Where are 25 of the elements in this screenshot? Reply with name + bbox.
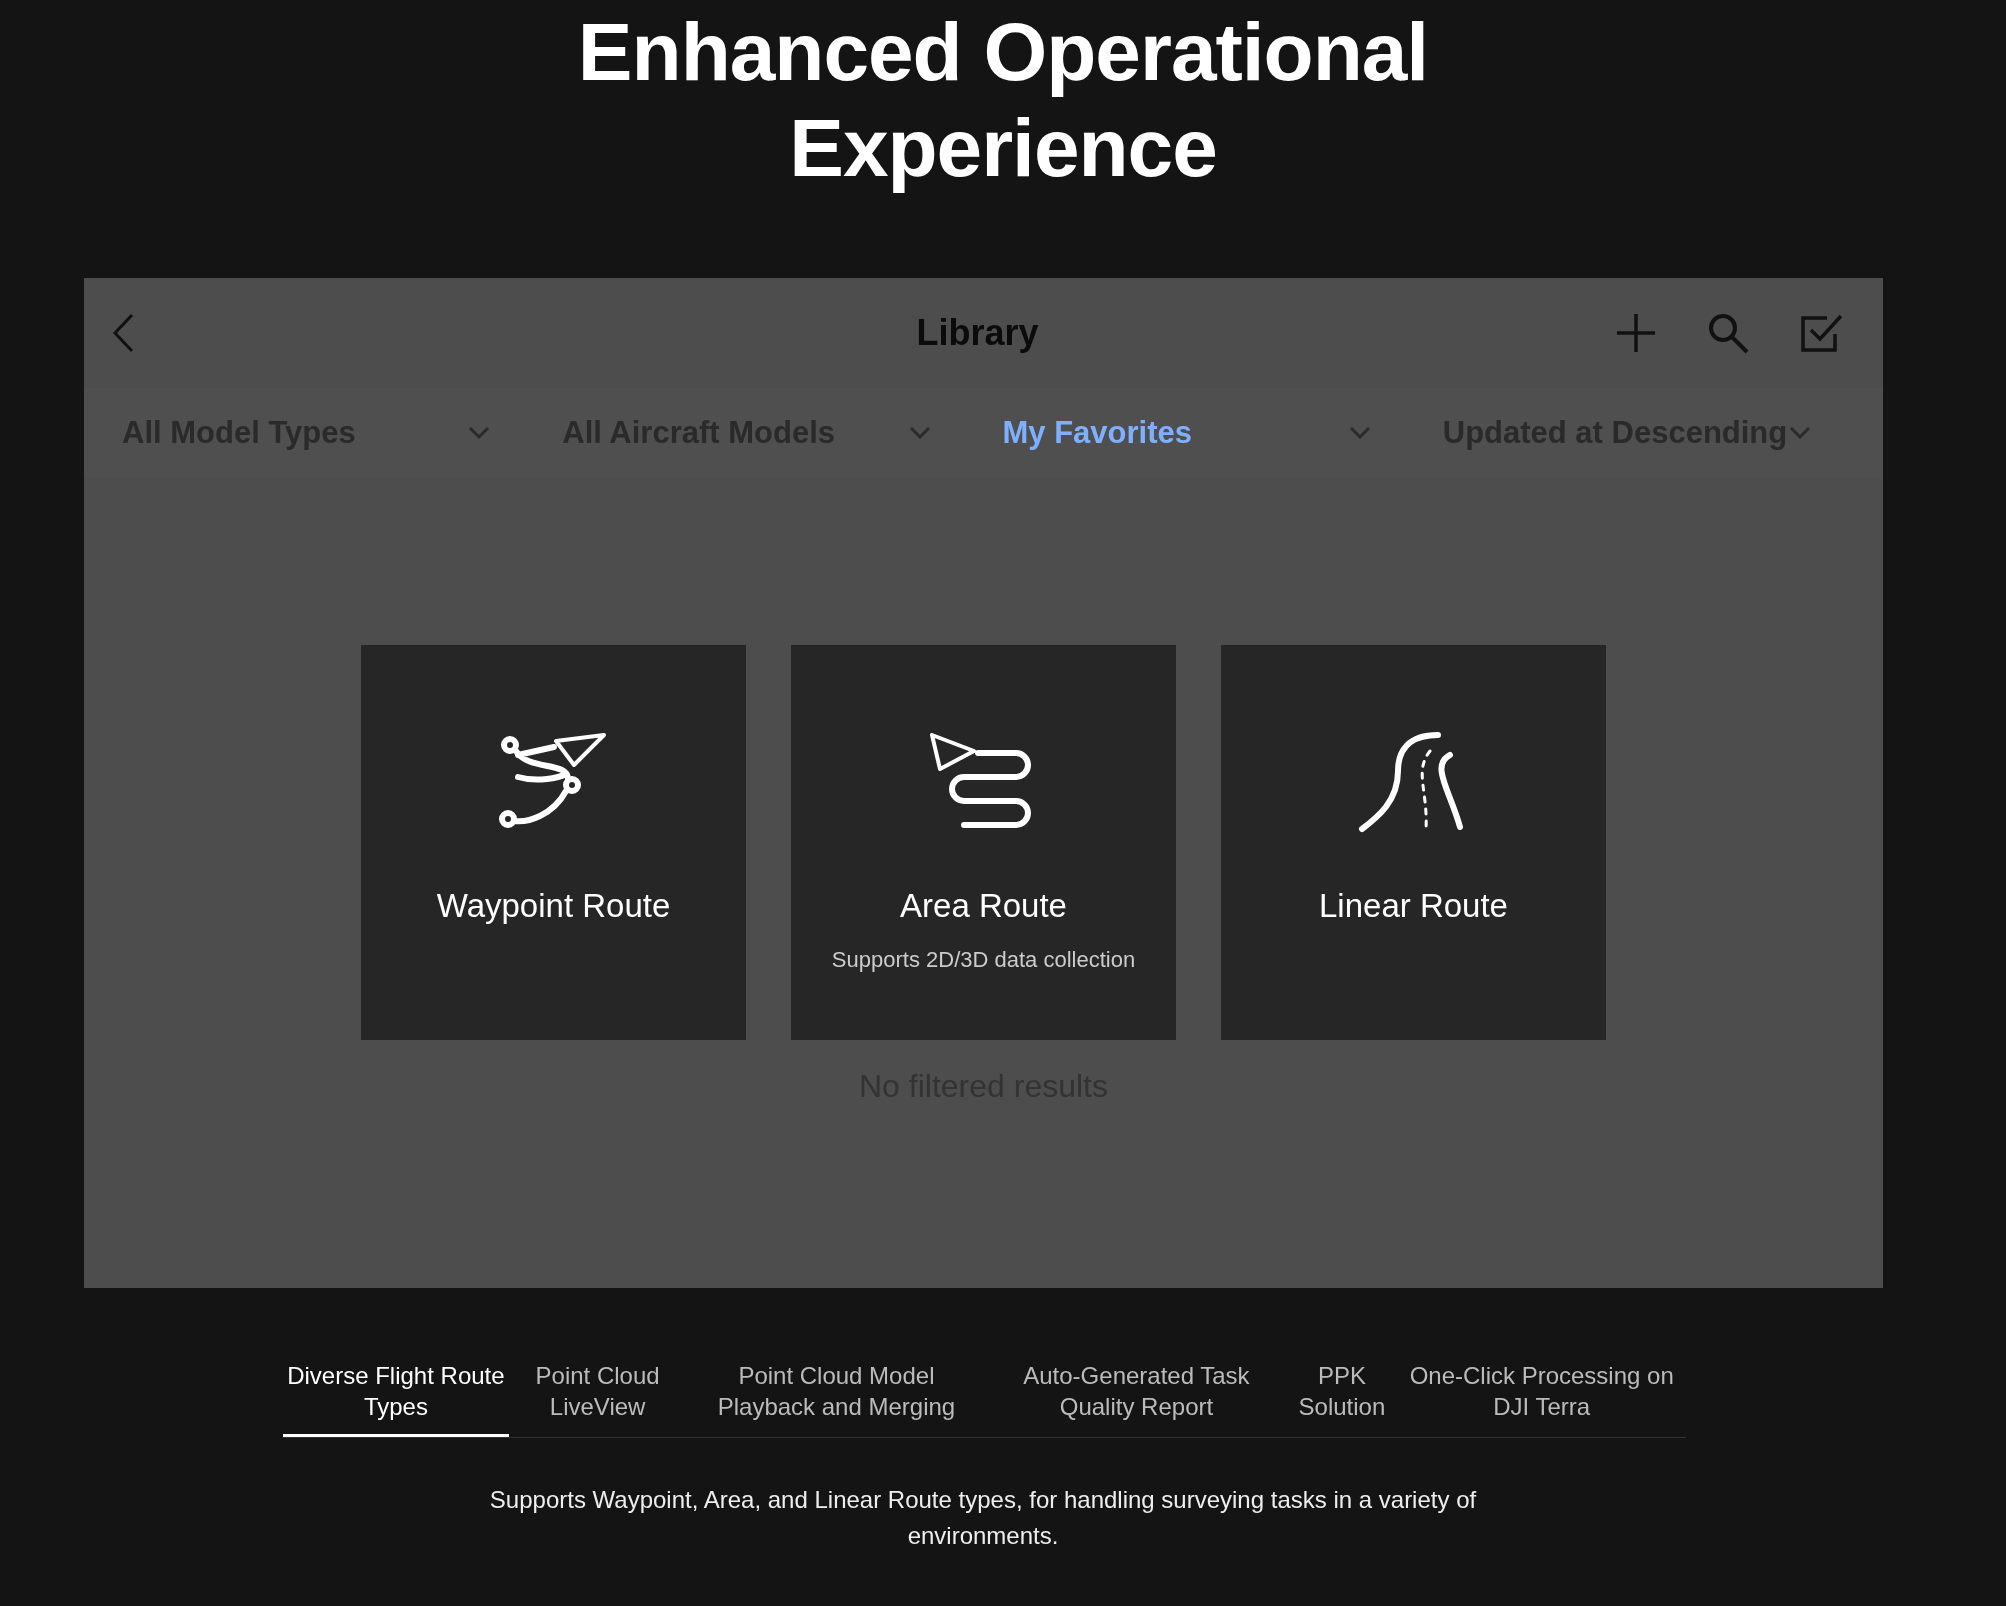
chevron-down-icon <box>1348 426 1371 440</box>
tab-description: Supports Waypoint, Area, and Linear Route types, for handling surveying tasks in a variety of environments. <box>488 1485 1478 1551</box>
back-icon[interactable] <box>112 313 134 353</box>
card-subtitle: Supports 2D/3D data collection <box>831 947 1136 973</box>
feature-tab[interactable]: Point Cloud LiveView <box>508 1360 687 1437</box>
route-card[interactable]: Area Route Supports 2D/3D data collection <box>791 645 1176 1040</box>
card-title: Linear Route <box>1319 887 1508 925</box>
page-heading: Enhanced Operational Experience <box>576 5 1430 195</box>
search-icon[interactable] <box>1707 312 1749 354</box>
checkbox-icon[interactable] <box>1799 312 1843 354</box>
screen-title: Library <box>916 312 1039 354</box>
feature-tab[interactable]: Diverse Flight Route Types <box>283 1360 509 1437</box>
route-card[interactable]: Waypoint Route <box>361 645 746 1040</box>
chevron-down-icon <box>1789 426 1811 440</box>
route-card[interactable]: Linear Route <box>1221 645 1606 1040</box>
card-title: Waypoint Route <box>436 887 671 925</box>
feature-tab[interactable]: One-Click Processing on DJI Terra <box>1397 1360 1686 1437</box>
feature-tab[interactable]: PPK Solution <box>1286 1360 1398 1437</box>
feature-tab[interactable]: Auto-Generated Task Quality Report <box>986 1360 1287 1437</box>
feature-tab[interactable]: Point Cloud Model Playback and Merging <box>686 1360 987 1437</box>
chevron-down-icon <box>908 426 931 440</box>
plus-icon[interactable] <box>1615 312 1657 354</box>
filter-dropdown[interactable]: My Favorites <box>1002 414 1443 452</box>
card-title: Area Route <box>900 887 1067 925</box>
chevron-down-icon <box>468 426 491 440</box>
